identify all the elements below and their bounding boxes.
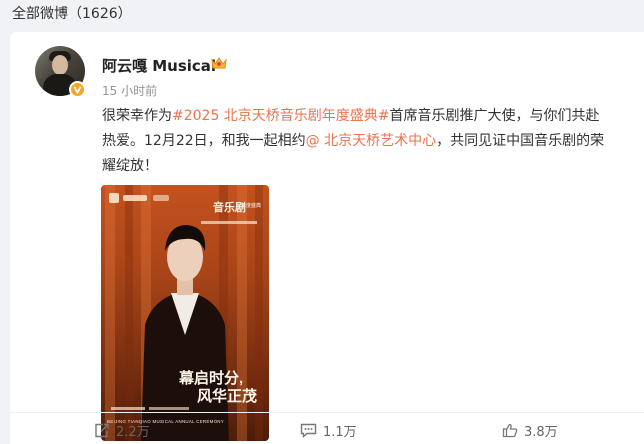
post-time[interactable]: 15 小时前 — [102, 82, 157, 99]
comment-icon — [300, 423, 317, 438]
poster-illustration: 音乐剧 年度盛典 幕启时分, 风华正茂 BEIJING TIANQIAO MUS… — [105, 185, 263, 441]
action-bar: 2.2万 1.1万 3.8万 — [10, 412, 644, 444]
post-image[interactable]: 音乐剧 年度盛典 幕启时分, 风华正茂 BEIJING TIANQIAO MUS… — [101, 185, 269, 441]
weibo-count-header: 全部微博（1626） — [12, 6, 132, 22]
post-text-lead: 很荣幸作为 — [102, 108, 172, 124]
like-button[interactable]: 3.8万 — [502, 421, 558, 440]
repost-count: 2.2万 — [116, 425, 150, 440]
avatar-face — [52, 55, 68, 75]
post-text: 很荣幸作为#2025 北京天桥音乐剧年度盛典#首席音乐剧推广大使，与你们共赴热爱… — [102, 104, 612, 179]
like-count: 3.8万 — [524, 425, 558, 440]
repost-icon — [95, 423, 109, 438]
author-name[interactable]: 阿云嘎 Musical — [102, 55, 216, 76]
poster-slogan-1: 幕启时分, — [178, 369, 243, 387]
mention-link[interactable]: @ 北京天桥艺术中心 — [306, 133, 436, 149]
poster-slogan-2: 风华正茂 — [197, 387, 257, 405]
post-card: 阿云嘎 Musical 15 小时前 很荣幸作为#2025 北京天桥音乐剧年度盛… — [10, 32, 644, 444]
repost-button[interactable]: 2.2万 — [94, 421, 150, 440]
thumbs-up-icon — [502, 423, 518, 438]
poster-subtitle: 年度盛典 — [241, 202, 261, 209]
comment-count: 1.1万 — [323, 425, 357, 440]
hashtag-link[interactable]: #2025 北京天桥音乐剧年度盛典# — [172, 108, 390, 124]
vip-crown-icon — [211, 57, 227, 69]
comment-button[interactable]: 1.1万 — [300, 421, 357, 440]
verified-badge-icon — [69, 81, 86, 98]
